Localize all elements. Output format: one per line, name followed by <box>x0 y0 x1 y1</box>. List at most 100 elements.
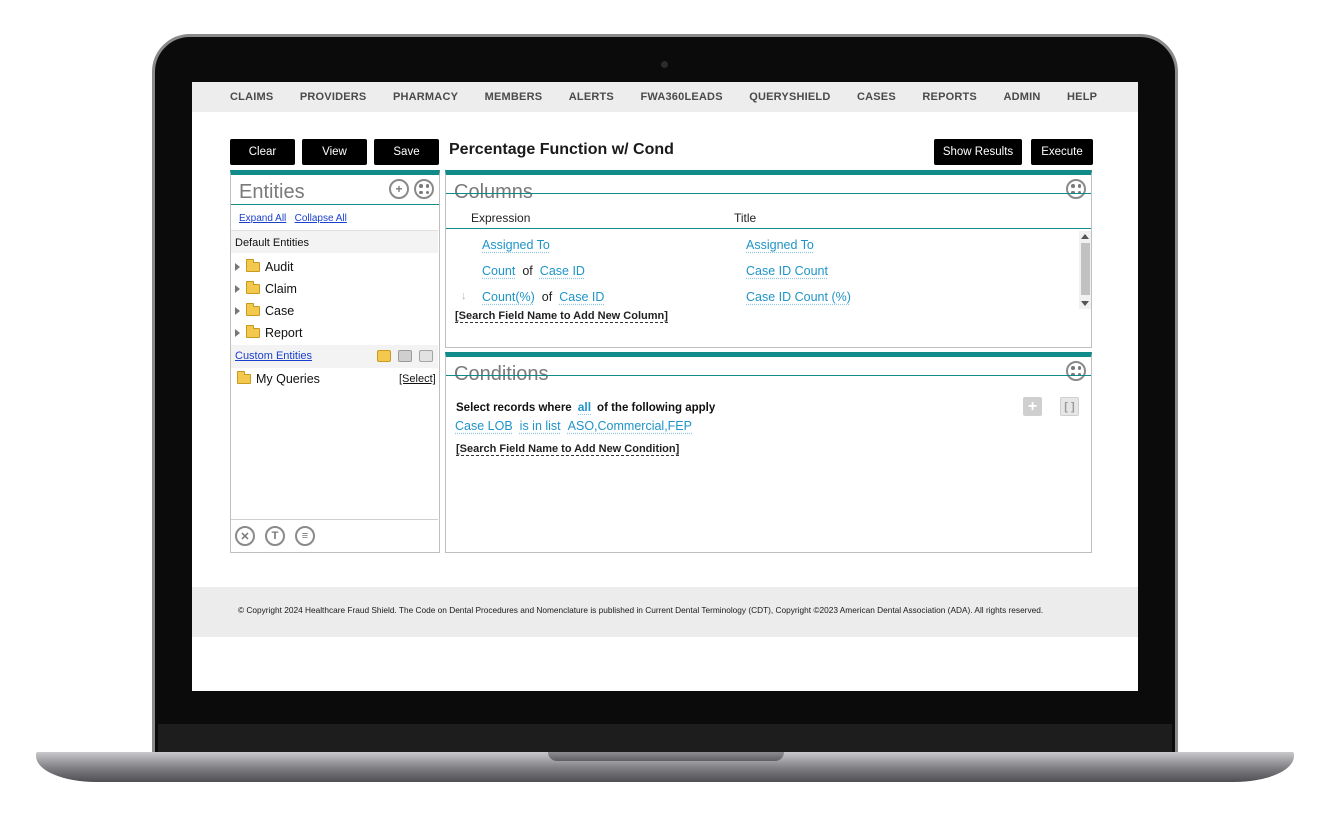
expand-triangle-icon[interactable] <box>235 263 240 271</box>
expand-panel-icon[interactable] <box>414 179 434 199</box>
new-folder-icon[interactable] <box>377 350 391 362</box>
tree-item-label: Audit <box>265 260 294 274</box>
view-button[interactable]: View <box>302 139 367 165</box>
show-results-button[interactable]: Show Results <box>934 139 1022 165</box>
entities-panel: Entities + Expand All Collapse All Defau… <box>230 170 440 553</box>
header-top-divider <box>446 193 1091 194</box>
nav-reports[interactable]: REPORTS <box>922 91 977 103</box>
nav-claims[interactable]: CLAIMS <box>230 91 273 103</box>
add-column-link[interactable]: [Search Field Name to Add New Column] <box>455 310 668 323</box>
condition-operator[interactable]: is in list <box>520 419 561 433</box>
nav-help[interactable]: HELP <box>1067 91 1097 103</box>
column-row: Count of Case ID <box>482 264 585 278</box>
folder-icon <box>246 259 260 272</box>
expand-triangle-icon[interactable] <box>235 329 240 337</box>
condition-value[interactable]: ASO,Commercial,FEP <box>568 419 692 433</box>
folder-icon <box>246 303 260 316</box>
columns-header: Columns <box>446 175 1091 205</box>
tree-item-report[interactable]: Report <box>235 325 303 340</box>
condition-row: Case LOB is in list ASO,Commercial,FEP <box>455 419 692 433</box>
nav-alerts[interactable]: ALERTS <box>569 91 614 103</box>
scroll-thumb[interactable] <box>1081 243 1090 295</box>
nav-fwa360leads[interactable]: FWA360LEADS <box>640 91 722 103</box>
conditions-header: Conditions <box>446 357 1091 387</box>
tree-item-audit[interactable]: Audit <box>235 259 294 274</box>
of-label: of <box>522 264 533 278</box>
scroll-down-icon[interactable] <box>1081 301 1089 306</box>
column-function[interactable]: Count(%) <box>482 290 535 304</box>
edit-folder-icon[interactable] <box>419 350 433 362</box>
expand-triangle-icon[interactable] <box>235 285 240 293</box>
execute-button[interactable]: Execute <box>1031 139 1093 165</box>
add-condition-link[interactable]: [Search Field Name to Add New Condition] <box>456 443 680 456</box>
query-title: Percentage Function w/ Cond <box>449 141 674 158</box>
default-entities-label: Default Entities <box>231 230 438 253</box>
expand-panel-icon[interactable] <box>1066 179 1086 199</box>
tree-item-label: Case <box>265 304 295 318</box>
tree-item-label: Claim <box>265 282 297 296</box>
column-field[interactable]: Assigned To <box>482 238 550 252</box>
custom-entities-row: Custom Entities <box>231 345 438 368</box>
drag-arrow-icon[interactable]: ↓ <box>461 290 467 302</box>
column-title-link[interactable]: Case ID Count (%) <box>746 290 851 304</box>
nav-admin[interactable]: ADMIN <box>1003 91 1040 103</box>
expand-panel-icon[interactable] <box>1066 361 1086 381</box>
remove-icon[interactable]: ✕ <box>235 526 255 546</box>
list-icon[interactable]: ≡ <box>295 526 315 546</box>
laptop-notch <box>548 752 784 761</box>
column-title-link[interactable]: Case ID Count <box>746 264 828 278</box>
tree-item-my-queries[interactable]: My Queries <box>237 371 320 386</box>
top-navigation: CLAIMS PROVIDERS PHARMACY MEMBERS ALERTS… <box>192 82 1138 112</box>
nav-members[interactable]: MEMBERS <box>485 91 543 103</box>
tree-links: Expand All Collapse All <box>239 213 347 224</box>
select-link[interactable]: [Select] <box>399 373 436 385</box>
laptop-chin <box>158 724 1172 754</box>
condition-field[interactable]: Case LOB <box>455 419 513 433</box>
page-footer: © Copyright 2024 Healthcare Fraud Shield… <box>192 587 1138 637</box>
expression-header: Expression <box>471 211 531 225</box>
columns-panel: Columns Expression Title Assigned To Ass… <box>445 170 1092 348</box>
column-function[interactable]: Count <box>482 264 515 278</box>
conditions-panel: Conditions Select records where all of t… <box>445 352 1092 553</box>
save-button[interactable]: Save <box>374 139 439 165</box>
header-divider <box>446 375 1091 376</box>
tree-item-label: Report <box>265 326 303 340</box>
nav-cases[interactable]: CASES <box>857 91 896 103</box>
group-condition-icon[interactable]: [ ] <box>1060 397 1079 416</box>
table-icon[interactable]: T <box>265 526 285 546</box>
condition-prefix: Select records where <box>456 401 572 414</box>
copyright-text: © Copyright 2024 Healthcare Fraud Shield… <box>238 605 1044 615</box>
column-row: Count(%) of Case ID <box>482 290 604 304</box>
delete-folder-icon[interactable] <box>398 350 412 362</box>
condition-suffix: of the following apply <box>597 401 716 414</box>
nav-pharmacy[interactable]: PHARMACY <box>393 91 458 103</box>
entities-header: Entities + <box>231 175 439 205</box>
scroll-up-icon[interactable] <box>1081 234 1089 239</box>
tree-item-case[interactable]: Case <box>235 303 295 318</box>
column-row: Assigned To <box>482 238 550 252</box>
clear-button[interactable]: Clear <box>230 139 295 165</box>
nav-queryshield[interactable]: QUERYSHIELD <box>749 91 830 103</box>
column-field[interactable]: Case ID <box>540 264 585 278</box>
condition-summary: Select records where all of the followin… <box>456 400 715 415</box>
column-title: Case ID Count (%) <box>746 290 851 304</box>
quantifier-dropdown[interactable]: all <box>577 400 592 415</box>
expand-all-link[interactable]: Expand All <box>239 213 286 224</box>
columns-scrollbar[interactable] <box>1079 231 1091 309</box>
add-entity-icon[interactable]: + <box>389 179 409 199</box>
nav-providers[interactable]: PROVIDERS <box>300 91 367 103</box>
folder-icon <box>237 371 251 384</box>
tree-item-claim[interactable]: Claim <box>235 281 297 296</box>
expand-triangle-icon[interactable] <box>235 307 240 315</box>
custom-entities-link[interactable]: Custom Entities <box>235 350 312 362</box>
of-label: of <box>541 290 553 304</box>
tree-item-label: My Queries <box>256 372 320 386</box>
add-condition-icon[interactable]: + <box>1023 397 1042 416</box>
column-title-link[interactable]: Assigned To <box>746 238 814 252</box>
column-field[interactable]: Case ID <box>559 290 604 304</box>
camera-icon <box>661 61 668 68</box>
entities-title: Entities <box>239 181 305 203</box>
collapse-all-link[interactable]: Collapse All <box>295 213 347 224</box>
header-divider <box>446 228 1091 229</box>
folder-icon <box>246 281 260 294</box>
